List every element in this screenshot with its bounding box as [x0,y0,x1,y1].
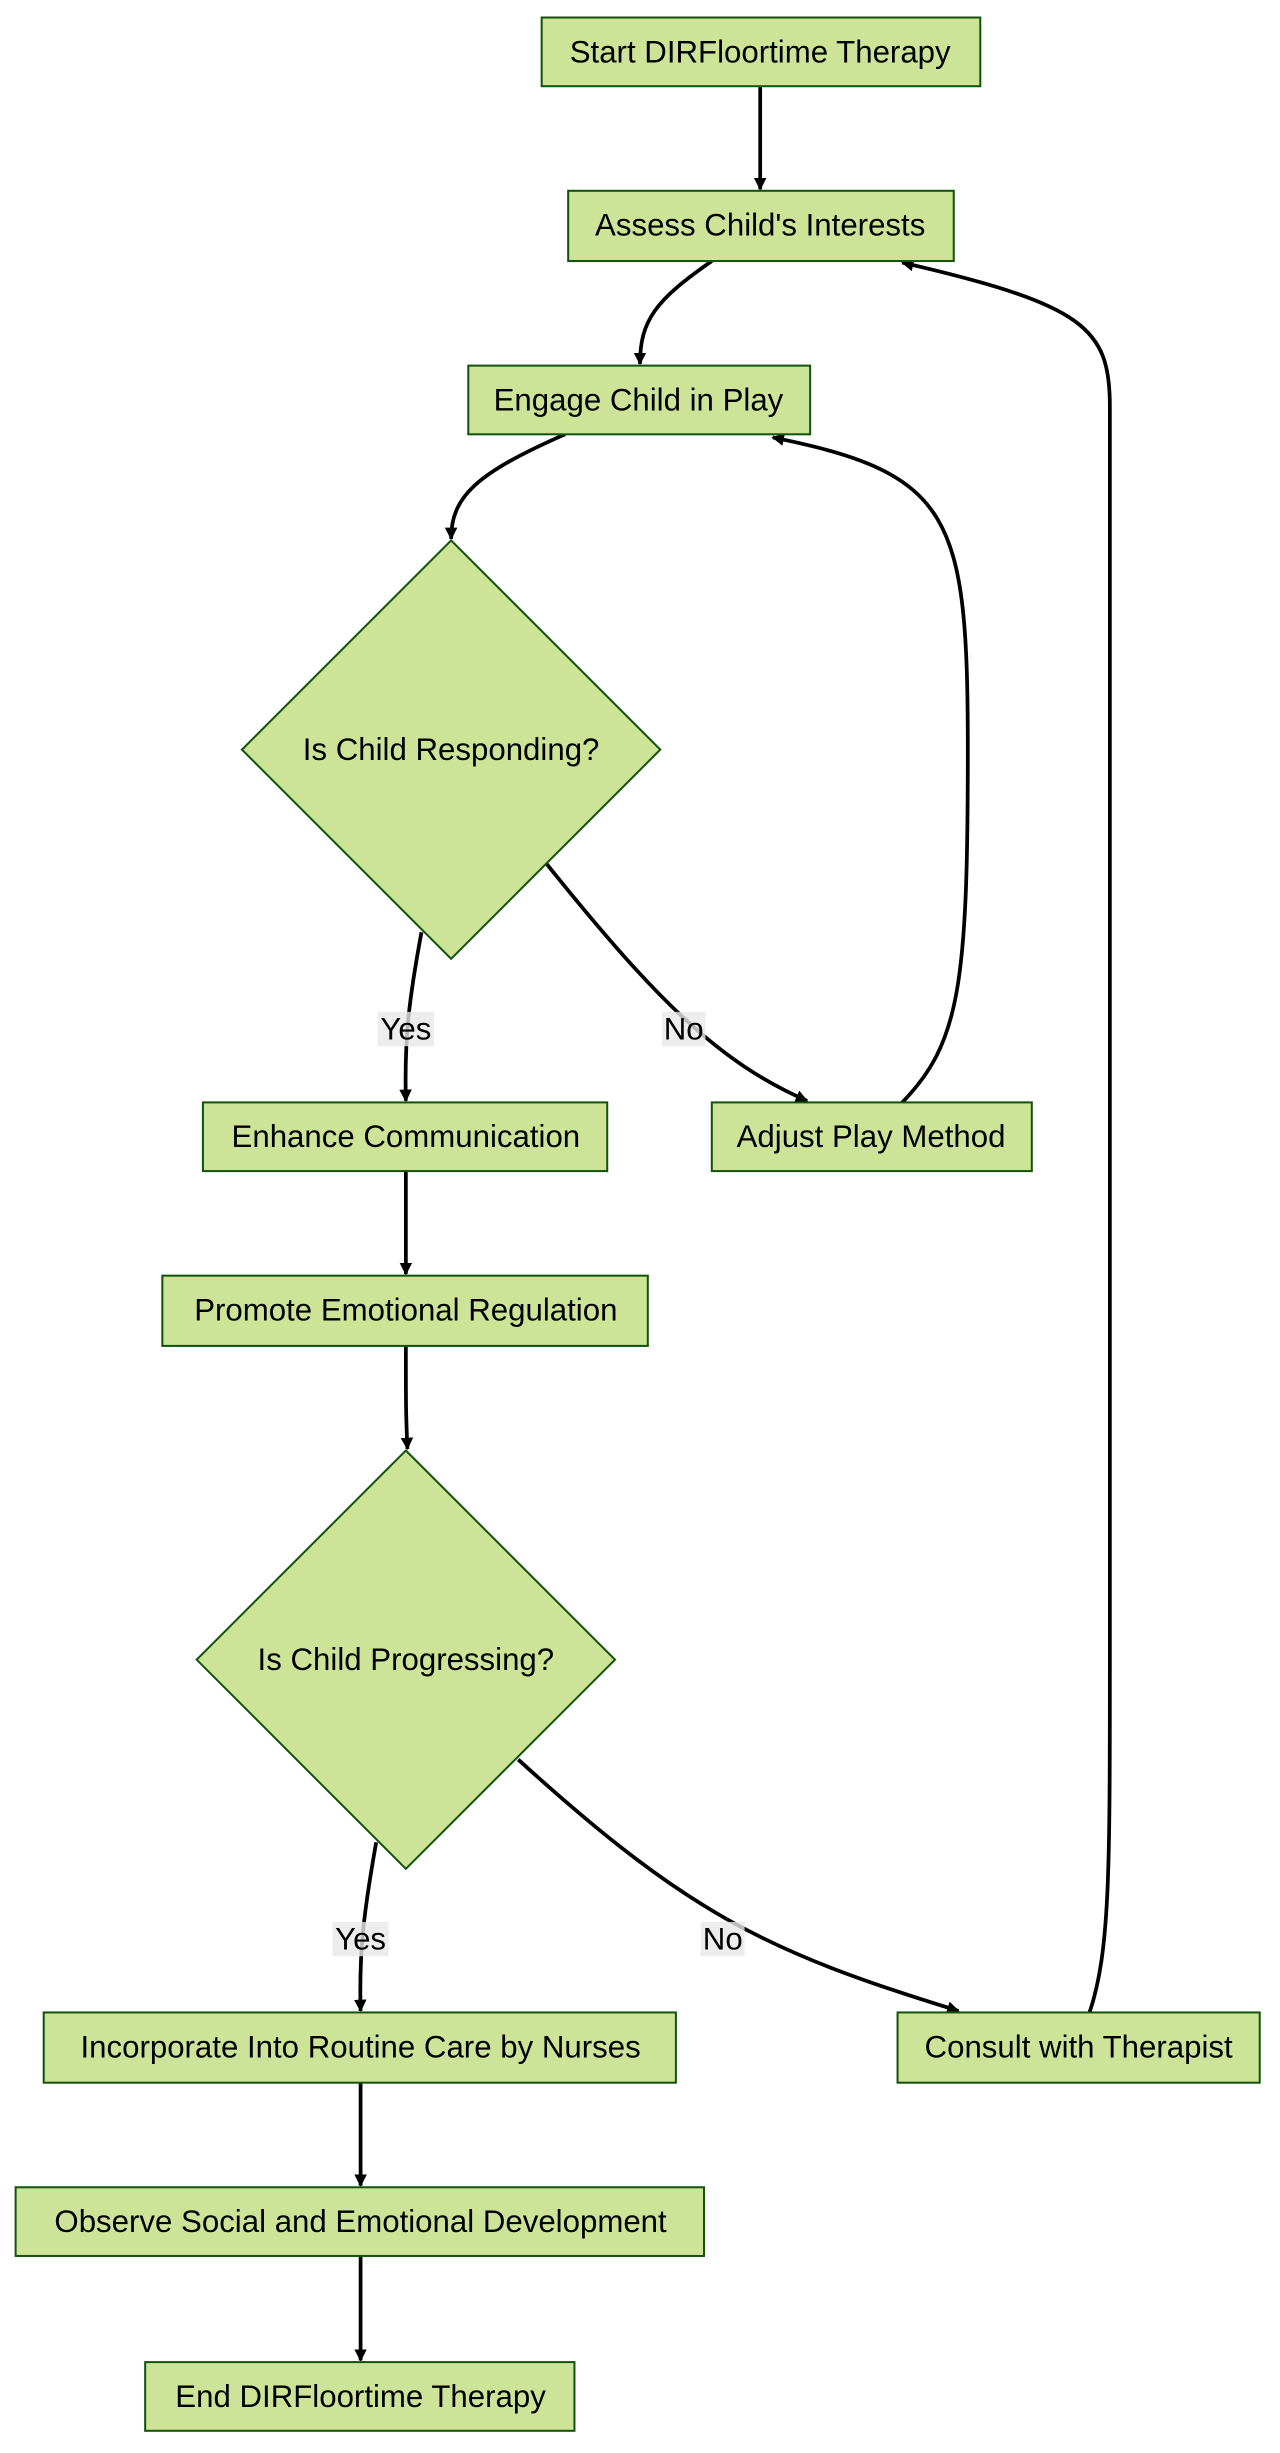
svg-text:Assess Child's Interests: Assess Child's Interests [595,208,925,243]
svg-text:Is Child Responding?: Is Child Responding? [303,732,600,767]
node-consult: Consult with Therapist [896,2011,1261,2084]
edge-label-responding-no: No [661,1012,706,1047]
edge-label-responding-yes: Yes [377,1012,434,1047]
edge-adjust-engage [771,433,970,1104]
svg-text:Incorporate Into Routine Care: Incorporate Into Routine Care by Nurses [80,2029,640,2064]
svg-text:Adjust Play Method: Adjust Play Method [737,1119,1006,1154]
svg-text:Enhance Communication: Enhance Communication [232,1119,581,1154]
node-assess: Assess Child's Interests [567,189,955,263]
svg-text:Yes: Yes [380,1012,431,1047]
svg-text:No: No [703,1922,743,1957]
svg-text:End DIRFloortime Therapy: End DIRFloortime Therapy [175,2379,546,2414]
edge-engage-responding [444,432,566,541]
svg-text:No: No [664,1012,704,1047]
node-engage: Engage Child in Play [467,364,812,436]
node-promote: Promote Emotional Regulation [161,1274,649,1347]
decision-responding: Is Child Responding? [240,539,662,961]
edge-progressing-consult [516,1758,960,2014]
edge-responding-adjust [544,862,809,1103]
svg-text:Observe Social and Emotional D: Observe Social and Emotional Development [54,2204,667,2239]
flowchart: Yes No Yes No Start DIRFloortime Therapy… [14,16,1261,2432]
node-end: End DIRFloortime Therapy [144,2361,576,2432]
svg-text:Engage Child in Play: Engage Child in Play [494,382,784,417]
node-enhance: Enhance Communication [201,1101,609,1173]
node-start: Start DIRFloortime Therapy [540,16,982,88]
node-observe: Observe Social and Emotional Development [14,2186,706,2257]
edge-assess-engage [633,259,713,366]
svg-text:Promote Emotional Regulation: Promote Emotional Regulation [194,1293,617,1328]
node-incorporate: Incorporate Into Routine Care by Nurses [42,2011,677,2084]
edge-label-progressing-no: No [700,1922,745,1957]
svg-text:Start DIRFloortime Therapy: Start DIRFloortime Therapy [570,34,951,69]
svg-text:Yes: Yes [335,1922,386,1957]
decision-progressing: Is Child Progressing? [195,1449,617,1871]
edge-label-progressing-yes: Yes [332,1922,389,1957]
svg-text:Consult with Therapist: Consult with Therapist [925,2029,1233,2064]
node-adjust: Adjust Play Method [710,1101,1033,1173]
svg-text:Is Child Progressing?: Is Child Progressing? [258,1642,555,1677]
edge-promote-progressing [400,1345,414,1451]
